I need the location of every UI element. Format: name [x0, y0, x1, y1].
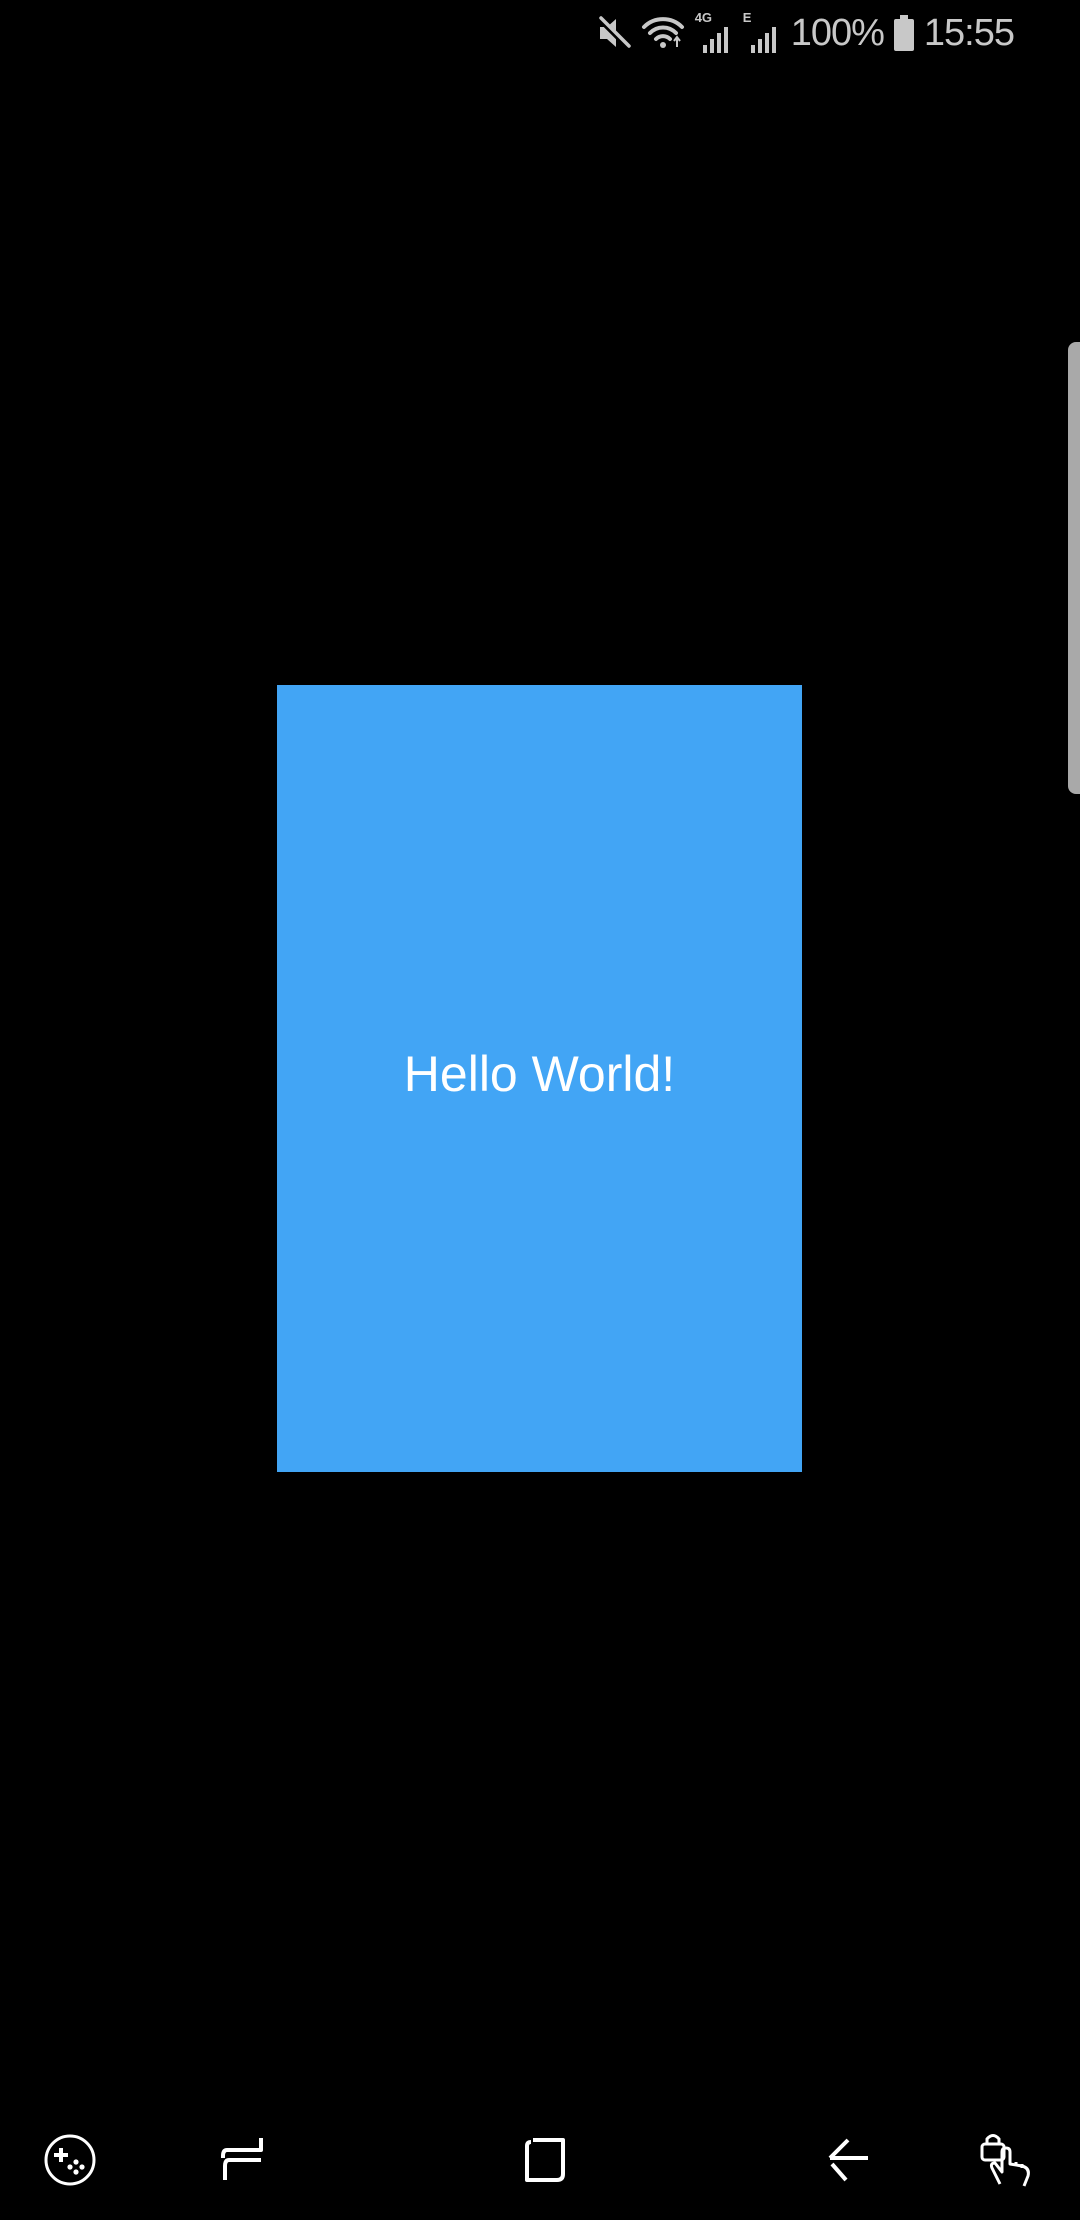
- recent-apps-icon: [219, 2134, 267, 2186]
- touch-lock-button[interactable]: [970, 2122, 1046, 2198]
- mute-icon: [596, 15, 631, 51]
- battery-icon: [893, 15, 914, 51]
- back-button[interactable]: [810, 2122, 886, 2198]
- game-tools-button[interactable]: [32, 2122, 108, 2198]
- hello-text: Hello World!: [403, 1045, 676, 1102]
- touch-lock-icon: [978, 2130, 1038, 2190]
- network-label-e: E: [742, 10, 752, 25]
- signal-e-icon: E: [742, 10, 781, 53]
- home-button[interactable]: [507, 2122, 583, 2198]
- edge-panel-handle[interactable]: [1068, 342, 1080, 794]
- home-icon: [519, 2134, 571, 2186]
- navigation-bar: [0, 2100, 1080, 2220]
- game-tools-icon: [42, 2132, 98, 2188]
- back-icon: [822, 2134, 874, 2186]
- hello-card: Hello World!: [277, 685, 802, 1472]
- wifi-icon: [641, 15, 685, 51]
- status-bar: 4G E 100% 15:55: [0, 0, 1080, 66]
- network-label-4g: 4G: [694, 10, 713, 25]
- recent-apps-button[interactable]: [205, 2122, 281, 2198]
- status-icons: 4G E 100% 15:55: [596, 10, 1015, 56]
- signal-4g-icon: 4G: [694, 10, 733, 53]
- battery-percent: 100%: [790, 12, 885, 54]
- clock: 15:55: [923, 12, 1015, 54]
